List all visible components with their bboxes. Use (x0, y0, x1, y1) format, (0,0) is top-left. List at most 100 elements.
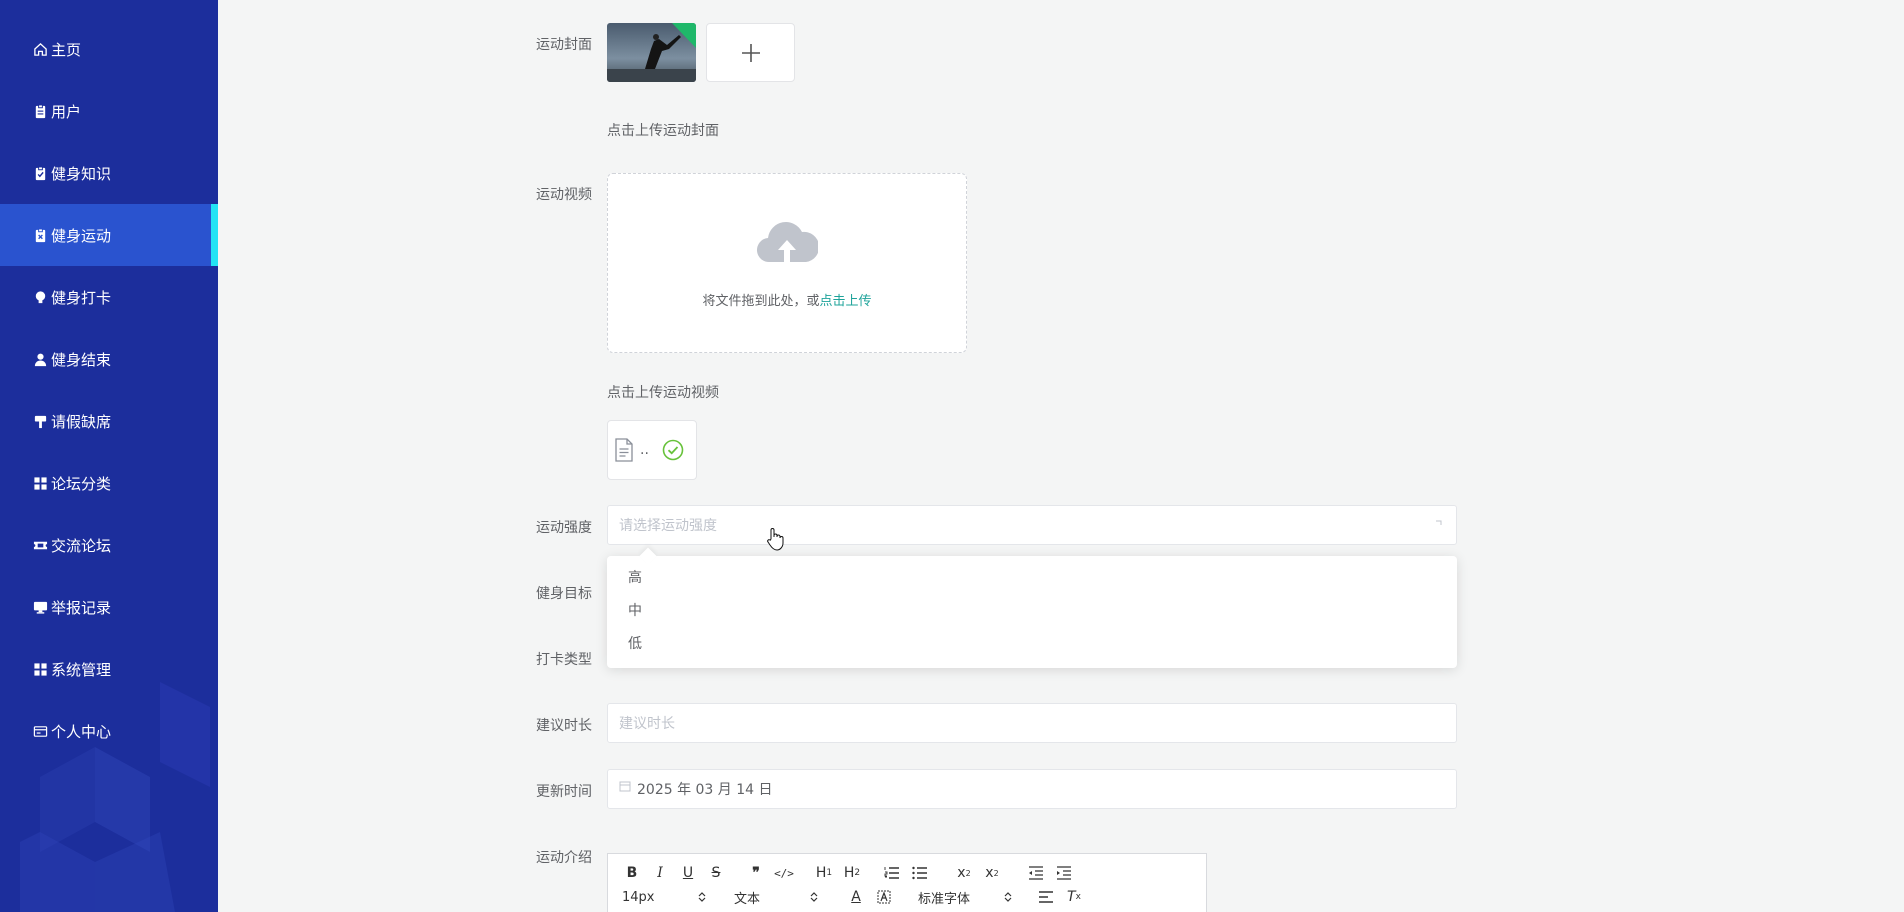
user-icon (32, 351, 48, 367)
document-icon (615, 438, 633, 462)
intensity-option-low[interactable]: 低 (607, 628, 1457, 661)
blockquote-icon[interactable]: ❞ (746, 863, 766, 883)
sidebar-item-forum-category[interactable]: 论坛分类 (0, 452, 218, 514)
intensity-select[interactable]: 请选择运动强度 (607, 505, 1457, 545)
chevron-updown-icon (698, 892, 706, 902)
chevron-updown-icon (810, 892, 818, 902)
cover-label: 运动封面 (536, 37, 592, 53)
sidebar-item-home[interactable]: 主页 (0, 18, 218, 80)
cover-image (607, 23, 696, 82)
subscript-icon[interactable]: x2 (954, 863, 974, 883)
calendar-icon (619, 781, 631, 792)
heading-2-icon[interactable]: H2 (842, 863, 862, 883)
video-label: 运动视频 (536, 187, 592, 203)
grid-icon (32, 661, 48, 677)
outdent-icon[interactable] (1026, 863, 1046, 883)
intensity-dropdown: 高 中 低 (607, 556, 1457, 668)
duration-input[interactable]: 建议时长 (607, 703, 1457, 743)
strikethrough-icon[interactable]: S (706, 863, 726, 883)
underline-icon[interactable]: U (678, 863, 698, 883)
hand-cursor-icon (767, 528, 784, 551)
goal-label: 健身目标 (536, 586, 592, 602)
ordered-list-icon[interactable] (882, 863, 902, 883)
id-card-icon (32, 723, 48, 739)
sidebar-item-label: 交流论坛 (51, 536, 112, 555)
sidebar-item-label: 论坛分类 (51, 474, 112, 493)
intro-label: 运动介绍 (536, 850, 592, 866)
upload-cloud-icon (757, 222, 818, 263)
cover-hint: 点击上传运动封面 (607, 123, 719, 139)
sidebar-item-fitness-exercise[interactable]: 健身运动 (0, 204, 218, 266)
clipboard-x-icon (32, 227, 48, 243)
sidebar-item-system[interactable]: 系统管理 (0, 638, 218, 700)
sidebar-item-forum[interactable]: 交流论坛 (0, 514, 218, 576)
superscript-icon[interactable]: x2 (982, 863, 1002, 883)
background-color-icon[interactable] (874, 887, 894, 907)
font-size-select[interactable]: 14px (622, 890, 706, 905)
font-size-value: 14px (622, 889, 655, 905)
checkin-type-label: 打卡类型 (536, 652, 592, 668)
bold-icon[interactable]: B (622, 863, 642, 883)
uploaded-file-item[interactable]: .. (607, 420, 697, 480)
duration-placeholder: 建议时长 (619, 716, 675, 732)
intensity-option-high[interactable]: 高 (607, 562, 1457, 595)
code-block-icon[interactable]: </> (774, 863, 794, 883)
font-color-icon[interactable]: A (846, 887, 866, 907)
chevron-updown-icon (1004, 892, 1012, 902)
sidebar-item-label: 健身打卡 (51, 288, 112, 307)
paint-roller-icon (32, 413, 48, 429)
cover-thumbnail[interactable] (607, 23, 696, 82)
sidebar-item-label: 用户 (51, 102, 82, 121)
home-icon (32, 41, 48, 57)
add-cover-button[interactable] (706, 23, 795, 82)
block-type-select[interactable]: 文本 (734, 888, 818, 907)
sidebar-item-fitness-checkin[interactable]: 健身打卡 (0, 266, 218, 328)
sidebar-item-label: 主页 (51, 40, 82, 59)
bullet-list-icon[interactable] (910, 863, 930, 883)
plus-icon (741, 43, 760, 62)
sidebar-item-profile[interactable]: 个人中心 (0, 700, 218, 762)
clipboard-check-icon (32, 165, 48, 181)
monitor-icon (32, 599, 48, 615)
indent-icon[interactable] (1054, 863, 1074, 883)
rich-text-editor[interactable]: B I U S ❞ </> H1 H2 x2 x2 14px 文本 A 标准字体… (607, 853, 1207, 912)
align-left-icon[interactable] (1036, 887, 1056, 907)
block-type-value: 文本 (734, 891, 761, 907)
grid-icon (32, 475, 48, 491)
duration-label: 建议时长 (536, 718, 592, 734)
sidebar-item-reports[interactable]: 举报记录 (0, 576, 218, 638)
clear-format-icon[interactable]: Tx (1064, 887, 1084, 907)
sidebar-item-label: 请假缺席 (51, 412, 112, 431)
editor-toolbar-row-1: B I U S ❞ </> H1 H2 x2 x2 (622, 863, 1082, 883)
italic-icon[interactable]: I (650, 863, 670, 883)
intensity-label: 运动强度 (536, 520, 592, 536)
dropzone-text: 将文件拖到此处，或点击上传 (608, 290, 966, 309)
sidebar-item-label: 举报记录 (51, 598, 112, 617)
sidebar-item-label: 健身结束 (51, 350, 112, 369)
sidebar-item-users[interactable]: 用户 (0, 80, 218, 142)
upload-link[interactable]: 点击上传 (820, 294, 872, 309)
file-name: .. (640, 442, 649, 458)
sidebar-item-fitness-end[interactable]: 健身结束 (0, 328, 218, 390)
font-family-select[interactable]: 标准字体 (918, 888, 1012, 907)
sidebar-item-label: 系统管理 (51, 660, 112, 679)
sidebar: 主页 用户 健身知识 健身运动 健身打卡 健身结束 请假缺席 论坛分类 交流论坛… (0, 0, 218, 912)
sidebar-item-fitness-knowledge[interactable]: 健身知识 (0, 142, 218, 204)
font-family-value: 标准字体 (918, 891, 971, 907)
sidebar-item-label: 个人中心 (51, 722, 112, 741)
dropzone-instruction: 将文件拖到此处，或 (702, 294, 820, 309)
heading-1-icon[interactable]: H1 (814, 863, 834, 883)
video-hint: 点击上传运动视频 (607, 385, 719, 401)
updated-label: 更新时间 (536, 784, 592, 800)
chevron-up-icon (1436, 520, 1442, 525)
sidebar-item-leave[interactable]: 请假缺席 (0, 390, 218, 452)
intensity-option-medium[interactable]: 中 (607, 595, 1457, 628)
lightbulb-icon (32, 289, 48, 305)
success-check-icon (662, 439, 684, 461)
editor-toolbar-row-2: 14px 文本 A 标准字体 Tx (622, 887, 1092, 907)
updated-date-value: 2025 年 03 月 14 日 (637, 782, 773, 798)
sidebar-item-label: 健身知识 (51, 164, 112, 183)
ticket-icon (32, 537, 48, 553)
video-dropzone[interactable]: 将文件拖到此处，或点击上传 (607, 173, 967, 353)
updated-date-picker[interactable]: 2025 年 03 月 14 日 (607, 769, 1457, 809)
